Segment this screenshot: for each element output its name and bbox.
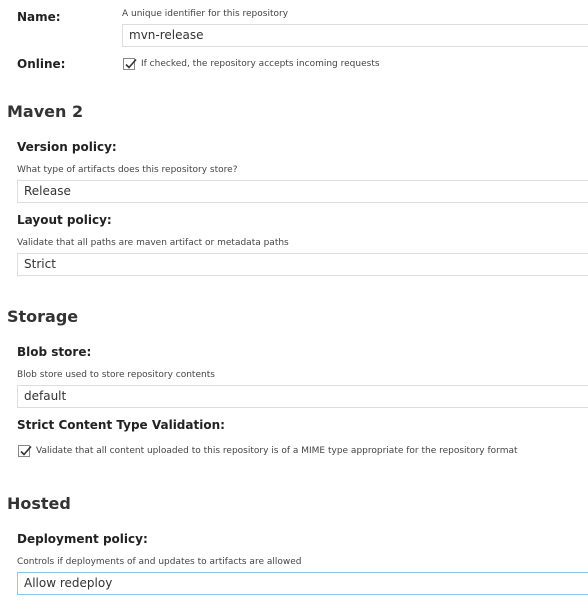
version-policy-select[interactable]: Release — [17, 180, 588, 203]
checkmark-icon — [20, 445, 32, 456]
name-label: Name: — [17, 10, 61, 24]
layout-policy-help: Validate that all paths are maven artifa… — [17, 238, 289, 248]
online-label: Online: — [17, 57, 66, 71]
online-checkbox[interactable] — [123, 58, 137, 70]
online-checkbox-label: If checked, the repository accepts incom… — [141, 59, 380, 69]
storage-section-title: Storage — [7, 307, 79, 326]
deployment-policy-label: Deployment policy: — [17, 532, 148, 546]
maven-section-title: Maven 2 — [7, 102, 84, 121]
name-help-text: A unique identifier for this repository — [122, 9, 289, 19]
blob-store-label: Blob store: — [17, 345, 92, 359]
hosted-section-title: Hosted — [7, 494, 71, 513]
strict-validation-checkbox-label: Validate that all content uploaded to th… — [36, 446, 518, 456]
strict-validation-label: Strict Content Type Validation: — [17, 418, 225, 432]
blob-store-help: Blob store used to store repository cont… — [17, 370, 215, 380]
blob-store-select[interactable]: default — [17, 385, 588, 408]
deployment-policy-select[interactable]: Allow redeploy — [17, 572, 588, 595]
deployment-policy-help: Controls if deployments of and updates t… — [17, 557, 302, 567]
layout-policy-select[interactable]: Strict — [17, 253, 588, 276]
checkmark-icon — [125, 58, 137, 69]
version-policy-label: Version policy: — [17, 140, 117, 154]
version-policy-help: What type of artifacts does this reposit… — [17, 165, 238, 175]
repository-settings-form: Name: A unique identifier for this repos… — [0, 0, 588, 615]
name-input[interactable]: mvn-release — [122, 24, 588, 47]
layout-policy-label: Layout policy: — [17, 213, 112, 227]
strict-validation-checkbox[interactable] — [18, 445, 32, 457]
